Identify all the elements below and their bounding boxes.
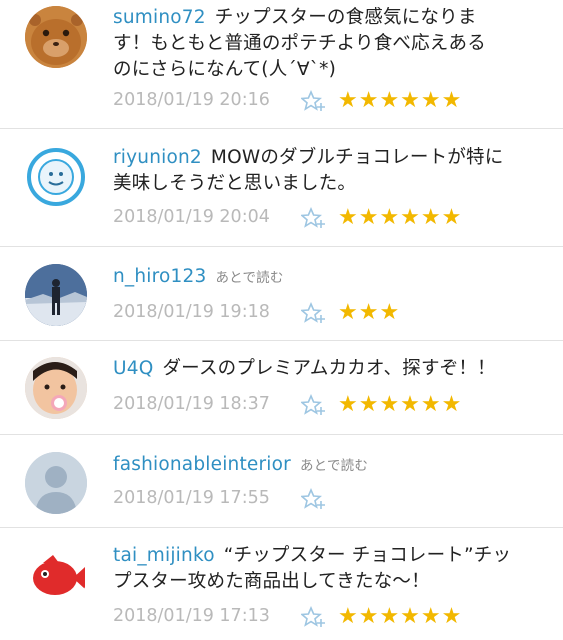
badge-avatar[interactable] — [25, 146, 87, 208]
add-star-icon[interactable] — [300, 89, 327, 112]
add-star-icon[interactable] — [300, 206, 327, 229]
comment-text: チップスターの食感気になりま — [214, 7, 477, 28]
timestamp: 2018/01/19 19:18 — [113, 302, 270, 322]
comment-line: n_hiro123 あとで読む — [113, 264, 545, 291]
comment-body: sumino72 チップスターの食感気になりま す！もともと普通のポテチより食べ応… — [113, 5, 545, 83]
baby-avatar[interactable] — [25, 357, 87, 419]
comment-item: n_hiro123 あとで読む 2018/01/19 19:18 ★★★ — [0, 247, 563, 341]
star-rating: ★★★ — [338, 300, 401, 325]
timestamp: 2018/01/19 17:13 — [113, 606, 270, 626]
comment-text: “チップスター チョコレート”チッ — [223, 545, 512, 566]
star-rating: ★★★★★★ — [338, 205, 463, 230]
comment-body: n_hiro123 あとで読む — [113, 264, 545, 291]
username-link[interactable]: U4Q — [113, 358, 153, 379]
read-later-label[interactable]: あとで読む — [215, 270, 283, 286]
timestamp: 2018/01/19 17:55 — [113, 488, 270, 508]
username-link[interactable]: sumino72 — [113, 7, 206, 28]
username-link[interactable]: riyunion2 — [113, 147, 202, 168]
comment-item: riyunion2 MOWのダブルチョコレートが特に 美味しそうだと思いました。 … — [0, 129, 563, 247]
comment-item: sumino72 チップスターの食感気になりま す！もともと普通のポテチより食べ応… — [0, 0, 563, 129]
comment-text: す！もともと普通のポテチより食べ応えある — [113, 33, 486, 54]
timestamp: 2018/01/19 20:16 — [113, 90, 270, 110]
comment-text: プスター攻めた商品出してきたな～！ — [113, 571, 430, 592]
comment-line: sumino72 チップスターの食感気になりま — [113, 5, 545, 31]
star-rating: ★★★★★★ — [338, 88, 463, 113]
star-rating: ★★★★★★ — [338, 604, 463, 629]
comment-text: のにさらになんて(人´∀`*) — [113, 59, 337, 80]
comment-body: fashionableinterior あとで読む — [113, 452, 545, 479]
add-star-icon[interactable] — [300, 605, 327, 628]
read-later-label[interactable]: あとで読む — [300, 458, 368, 474]
climber-avatar[interactable] — [25, 264, 87, 326]
username-link[interactable]: tai_mijinko — [113, 545, 215, 566]
comment-line: U4Q ダースのプレミアムカカオ、探すぞ！！ — [113, 356, 545, 382]
comment-item: fashionableinterior あとで読む 2018/01/19 17:5… — [0, 435, 563, 528]
username-link[interactable]: n_hiro123 — [113, 266, 206, 287]
comment-line: riyunion2 MOWのダブルチョコレートが特に — [113, 145, 545, 171]
comment-body: tai_mijinko “チップスター チョコレート”チッ プスター攻めた商品出し… — [113, 543, 545, 595]
comment-line: tai_mijinko “チップスター チョコレート”チッ — [113, 543, 545, 569]
comment-body: U4Q ダースのプレミアムカカオ、探すぞ！！ — [113, 356, 545, 382]
add-star-icon[interactable] — [300, 301, 327, 324]
add-star-icon[interactable] — [300, 393, 327, 416]
comment-body: riyunion2 MOWのダブルチョコレートが特に 美味しそうだと思いました。 — [113, 145, 545, 197]
comment-item: U4Q ダースのプレミアムカカオ、探すぞ！！ 2018/01/19 18:37 ★… — [0, 341, 563, 435]
comment-text: ダースのプレミアムカカオ、探すぞ！！ — [162, 358, 496, 379]
timestamp: 2018/01/19 20:04 — [113, 207, 270, 227]
red-fish-avatar[interactable] — [25, 545, 87, 607]
hamster-avatar[interactable] — [25, 6, 87, 68]
comment-text: MOWのダブルチョコレートが特に — [210, 147, 504, 168]
comment-item: tai_mijinko “チップスター チョコレート”チッ プスター攻めた商品出し… — [0, 528, 563, 640]
add-star-icon[interactable] — [300, 487, 327, 510]
star-rating: ★★★★★★ — [338, 392, 463, 417]
comment-line: fashionableinterior あとで読む — [113, 452, 545, 479]
username-link[interactable]: fashionableinterior — [113, 454, 291, 475]
timestamp: 2018/01/19 18:37 — [113, 394, 270, 414]
comment-text: 美味しそうだと思いました。 — [113, 173, 357, 194]
default-user-avatar[interactable] — [25, 452, 87, 514]
